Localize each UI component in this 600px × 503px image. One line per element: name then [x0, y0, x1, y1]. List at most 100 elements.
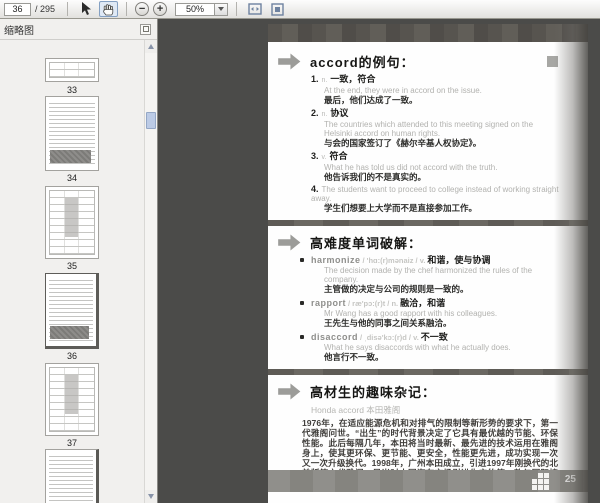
- section-title: accord的例句：: [310, 55, 415, 70]
- trivia-paragraph: 1976年，在适应能源危机和对排气的限制等新形势的要求下，第一代雅阁问世。“出生…: [302, 418, 558, 470]
- entry-definition: 融洽，和谐: [400, 298, 446, 308]
- trivia-subtitle: Honda accord 本田雅阁: [311, 405, 401, 415]
- example-item: 1. n. 一致，符合 At the end, they were in accor…: [311, 74, 560, 105]
- select-arrow-icon: [81, 2, 91, 15]
- hand-tool-button[interactable]: [99, 1, 119, 17]
- thumbnail-label-34: 34: [66, 173, 77, 183]
- hand-icon: [103, 3, 114, 15]
- example-item: 3. v. 符合 What he has told us did not accor…: [311, 151, 560, 182]
- section-divider: [268, 220, 588, 226]
- decorative-square: [547, 56, 558, 67]
- thumbnail-label-36: 36: [66, 351, 77, 361]
- thumbnail-label-33: 33: [66, 85, 77, 95]
- thumbnail-preview-image: [64, 197, 79, 237]
- sidebar-scrollbar[interactable]: [144, 40, 157, 503]
- thumbnail-preview-block: [50, 326, 89, 339]
- page-content: accord的例句： 1. n. 一致，符合 At the end, they we…: [268, 42, 588, 470]
- item-number: 3.: [311, 151, 319, 161]
- fit-width-button[interactable]: [245, 1, 264, 17]
- thumbnail-page-35[interactable]: [45, 186, 99, 259]
- example-list: 1. n. 一致，符合 At the end, they were in accor…: [311, 74, 560, 213]
- thumbnail-panel-menu-button[interactable]: [140, 23, 151, 35]
- part-of-speech: n.: [321, 77, 328, 84]
- sentence-cn: 最后，他们达成了一致。: [324, 95, 418, 105]
- fit-width-icon: [247, 3, 262, 15]
- sentence-en: Mr Wang has a good rapport with his coll…: [324, 309, 498, 318]
- entry-phonetic: / ræ'pɔ:(r)t / n.: [348, 299, 399, 308]
- sentence-cn: 与会的国家签订了《赫尔辛基人权协定》。: [324, 138, 482, 148]
- triangle-up-icon: [148, 44, 154, 49]
- page-number-input[interactable]: [4, 2, 31, 16]
- section-trivia-header: 高材生的趣味杂记：: [278, 382, 560, 401]
- toolbar-separator: [67, 2, 69, 16]
- pdf-reader-window: / 295 − + 50%: [0, 0, 600, 503]
- example-item: 2. n. 协议 The countries which attended to t…: [311, 108, 560, 148]
- word-entry: rapport / ræ'pɔ:(r)t / n. 融洽，和谐 Mr Wang ha…: [300, 298, 560, 328]
- thumbnail-page-38[interactable]: [45, 449, 99, 503]
- scroll-down-button[interactable]: [145, 490, 157, 503]
- page-footer-band: 25: [268, 470, 588, 492]
- entry-phonetic: / 'hɑ:(r)mənaiz / v.: [362, 256, 426, 265]
- sentence-cn: 他言行不一致。: [324, 352, 384, 362]
- scrollbar-thumb[interactable]: [146, 112, 156, 129]
- item-number: 2.: [311, 108, 319, 118]
- sentence-cn: 王先生与他的同事之间关系融洽。: [324, 318, 452, 328]
- part-of-speech: n.: [321, 111, 328, 118]
- scan-top-edge: [268, 24, 588, 42]
- section-hard-words-header: 高难度单词破解：: [278, 233, 560, 252]
- word-entry: harmonize / 'hɑ:(r)mənaiz / v. 和谐，使与协调 The…: [300, 255, 560, 294]
- thumbnail-list: 33 34 35 36 37: [0, 40, 144, 503]
- section-divider: [268, 369, 588, 375]
- thumbnail-page-36-current[interactable]: [45, 273, 99, 349]
- toolbar-separator: [236, 2, 238, 16]
- item-definition: 符合: [329, 151, 348, 161]
- block-arrow-icon: [278, 53, 301, 70]
- entry-word: harmonize: [311, 255, 361, 265]
- entry-definition: 和谐，使与协调: [427, 255, 491, 265]
- grid-ornament-icon: [532, 473, 549, 490]
- section-examples-header: accord的例句：: [278, 52, 560, 71]
- thumbnail-page-34[interactable]: [45, 96, 99, 171]
- page-total-label: / 295: [35, 4, 56, 14]
- thumbnail-label-37: 37: [66, 438, 77, 448]
- fit-page-button[interactable]: [268, 1, 287, 17]
- sentence-cn: 他告诉我们的不是真实的。: [324, 172, 427, 182]
- page-canvas[interactable]: accord的例句： 1. n. 一致，符合 At the end, they we…: [268, 24, 588, 503]
- triangle-down-icon: [148, 494, 154, 499]
- entry-word: rapport: [311, 298, 346, 308]
- thumbnail-panel: 缩略图 33 34 35 36 37: [0, 19, 158, 503]
- thumbnail-page-37[interactable]: [45, 363, 99, 436]
- toolbar: / 295 − + 50%: [0, 0, 600, 19]
- document-view: accord的例句： 1. n. 一致，符合 At the end, they we…: [159, 19, 600, 503]
- thumbnail-panel-title: 缩略图: [4, 25, 34, 37]
- thumbnail-preview-block: [50, 150, 91, 163]
- section-title: 高难度单词破解：: [310, 236, 423, 251]
- section-title: 高材生的趣味杂记：: [310, 385, 437, 400]
- thumbnail-preview: [49, 453, 93, 503]
- sentence-en: The decision made by the chef harmonized…: [324, 266, 533, 284]
- thumbnail-preview-image: [64, 374, 79, 414]
- block-arrow-icon: [278, 234, 301, 251]
- chevron-down-icon: [218, 7, 225, 11]
- select-tool-button[interactable]: [76, 1, 95, 17]
- zoom-dropdown-button[interactable]: [215, 2, 229, 16]
- sentence-en: What he has told us did not accord with …: [324, 163, 498, 172]
- thumbnail-label-35: 35: [66, 261, 77, 271]
- part-of-speech: v.: [321, 154, 327, 161]
- item-number: 4.: [311, 184, 319, 194]
- zoom-out-button[interactable]: −: [135, 2, 150, 16]
- item-definition: 一致，符合: [330, 74, 376, 84]
- example-item: 4. The students want to proceed to colleg…: [311, 184, 560, 214]
- scroll-up-button[interactable]: [145, 40, 157, 53]
- sentence-en: At the end, they were in accord on the i…: [324, 86, 482, 95]
- entry-definition: 不一致: [420, 332, 448, 342]
- toolbar-separator: [126, 2, 128, 16]
- thumbnail-page-33[interactable]: [45, 58, 99, 82]
- zoom-level-value[interactable]: 50%: [175, 2, 216, 16]
- entry-word: disaccord: [311, 332, 359, 342]
- zoom-in-button[interactable]: +: [153, 2, 168, 16]
- word-entry-list: harmonize / 'hɑ:(r)mənaiz / v. 和谐，使与协调 The…: [300, 255, 560, 362]
- entry-phonetic: / ˌdisə'kɔ:(r)d / v.: [360, 333, 419, 342]
- fit-page-icon: [271, 2, 284, 16]
- word-entry: disaccord / ˌdisə'kɔ:(r)d / v. 不一致 What he…: [300, 332, 560, 362]
